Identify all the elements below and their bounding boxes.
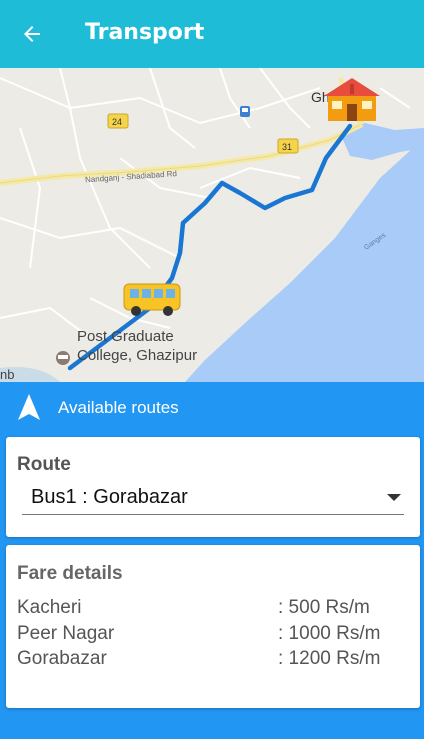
fare-place: Kacheri	[17, 597, 82, 618]
fare-details-card: Fare details Kacheri : 500 Rs/m Peer Nag…	[6, 545, 420, 708]
fare-row: Gorabazar : 1200 Rs/m	[17, 648, 407, 674]
available-routes-bar: Available routes	[0, 382, 424, 434]
svg-text:31: 31	[282, 142, 292, 152]
fare-amount: : 1000 Rs/m	[278, 622, 381, 644]
app-bar: Transport	[0, 0, 424, 68]
available-routes-label: Available routes	[58, 398, 179, 417]
bus-stop-icon	[240, 106, 250, 117]
fare-row: Kacheri : 500 Rs/m	[17, 597, 407, 623]
college-label-line2: College, Ghazipur	[77, 347, 197, 364]
map-edge-label: nb	[0, 367, 14, 382]
fare-row: Peer Nagar : 1000 Rs/m	[17, 623, 407, 649]
fare-list: Kacheri : 500 Rs/m Peer Nagar : 1000 Rs/…	[17, 597, 407, 674]
fare-amount: : 500 Rs/m	[278, 597, 370, 618]
svg-text:24: 24	[112, 117, 122, 127]
highway-24-shield: 24	[107, 113, 129, 129]
route-selected-value: Bus1 : Gorabazar	[31, 486, 188, 508]
college-label-line1: Post Graduate	[77, 328, 174, 345]
route-dropdown[interactable]: Bus1 : Gorabazar	[22, 483, 404, 515]
route-card: Route Bus1 : Gorabazar	[6, 437, 420, 537]
dropdown-caret-icon	[387, 494, 401, 501]
back-button[interactable]	[12, 14, 52, 54]
navigation-arrow-icon	[18, 394, 40, 420]
route-heading: Route	[17, 454, 71, 475]
highway-31-shield: 31	[277, 138, 299, 154]
arrow-back-icon	[24, 26, 40, 42]
fare-place: Peer Nagar	[17, 622, 115, 644]
route-map[interactable]: Nandganj - Shadiabad Rd 24 31 Ganges Gha…	[0, 68, 424, 382]
page-title: Transport	[85, 20, 205, 45]
fare-place: Gorabazar	[17, 648, 107, 669]
fare-details-heading: Fare details	[17, 563, 123, 584]
fare-amount: : 1200 Rs/m	[278, 648, 381, 669]
education-pin-icon	[56, 351, 70, 365]
